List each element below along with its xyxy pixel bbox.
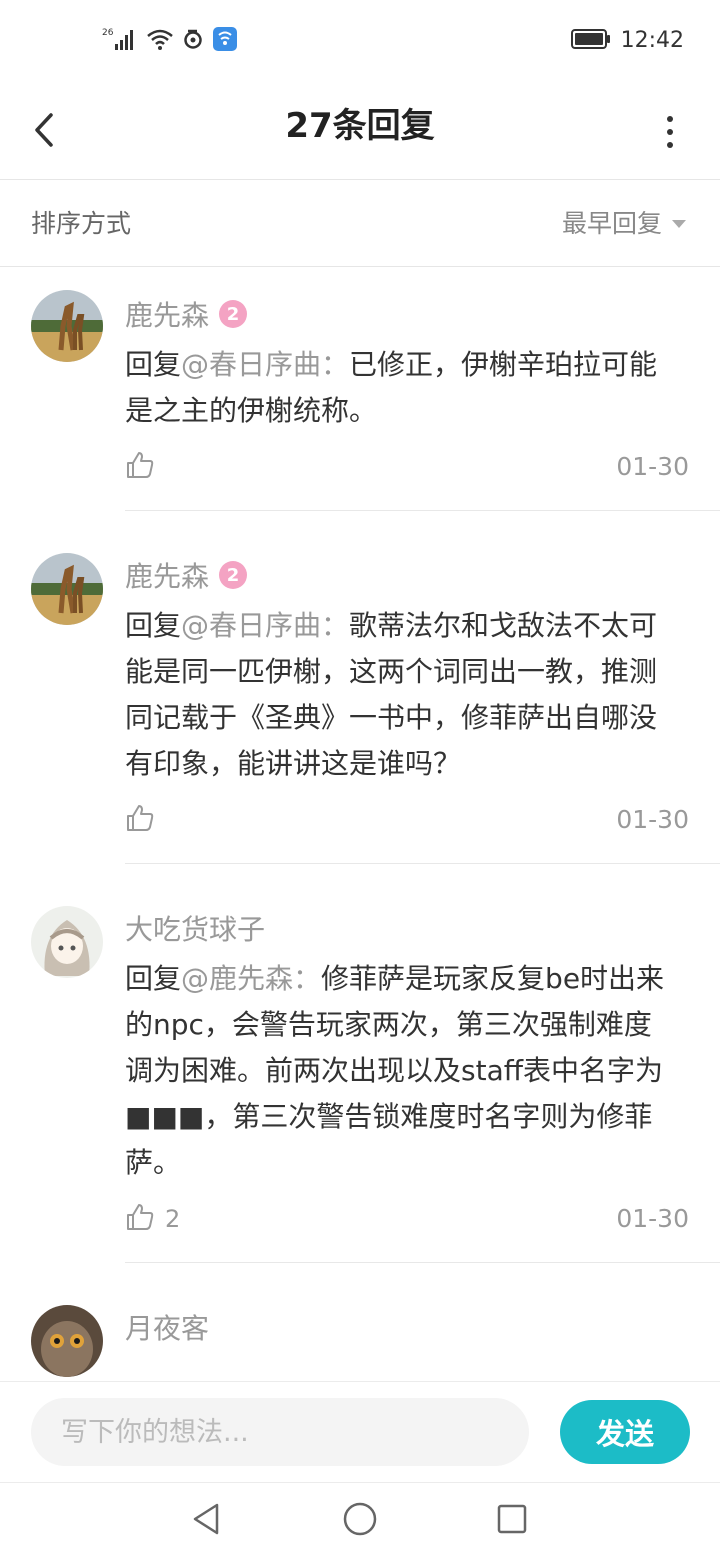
comment-text: 回复@鹿先森：修菲萨是玩家反复be时出来的npc，会警告玩家两次，第三次强制难度… (125, 956, 720, 1186)
network-type-label: 26 (102, 28, 114, 38)
avatar-owl[interactable] (31, 1305, 103, 1377)
wifi-icon (146, 27, 174, 55)
reply-prefix: 回复 (125, 609, 182, 642)
more-vertical-icon-dot (667, 129, 673, 135)
comment-text: 回复@春日序曲：已修正，伊榭辛珀拉可能是之主的伊榭统称。 (125, 342, 720, 434)
sort-dropdown[interactable]: 最早回复 (562, 205, 686, 243)
comment-footer: 01-30 (125, 799, 720, 843)
avatar-giraffe[interactable] (31, 290, 103, 362)
send-button[interactable]: 发送 (560, 1400, 690, 1464)
reply-prefix: 回复 (125, 348, 182, 381)
comment-item: 鹿先森 2 回复@春日序曲：已修正，伊榭辛珀拉可能是之主的伊榭统称。 01-30 (0, 268, 720, 511)
thumbs-up-icon (125, 803, 155, 837)
mention-separator: ： (293, 962, 322, 995)
reply-page: 26 12:42 27条回复 排序方式 最早回复 鹿先森 2 回复@春日序曲：已… (0, 0, 720, 1560)
comment-header: 鹿先森 2 (125, 292, 720, 336)
comment-input-bar: 发送 (0, 1381, 720, 1481)
reply-prefix: 回复 (125, 962, 182, 995)
triangle-back-icon (190, 1502, 222, 1540)
comment-item: 鹿先森 2 回复@春日序曲：歌蒂法尔和戈敌法不太可能是同一匹伊榭，这两个词同出一… (0, 511, 720, 864)
like-count: 2 (165, 1205, 181, 1233)
avatar-anime-girl[interactable] (31, 906, 103, 978)
avatar-giraffe[interactable] (31, 553, 103, 625)
comment-footer: 01-30 (125, 446, 720, 490)
circle-home-icon (342, 1501, 378, 1541)
thumbs-up-icon (125, 1202, 155, 1236)
comment-date: 01-30 (616, 805, 689, 834)
nav-home-button[interactable] (342, 1501, 378, 1541)
signal-icon: 26 (102, 26, 138, 56)
status-bar: 26 12:42 (0, 0, 720, 84)
status-icons-left: 26 (102, 26, 238, 56)
more-options-button[interactable] (660, 108, 680, 156)
comment-item: 月夜客 (0, 1263, 720, 1377)
nav-recents-button[interactable] (494, 1503, 530, 1539)
mention-separator: ： (321, 609, 350, 642)
system-nav-bar (0, 1482, 720, 1560)
sort-bar: 排序方式 最早回复 (0, 181, 720, 267)
mention-link[interactable]: @鹿先森 (181, 962, 293, 995)
like-button[interactable] (125, 803, 165, 837)
username[interactable]: 大吃货球子 (125, 908, 265, 948)
app-notification-icon (212, 26, 238, 56)
thumbs-up-icon (125, 450, 155, 484)
comment-date: 01-30 (616, 452, 689, 481)
chevron-down-icon (672, 220, 686, 228)
sort-label: 排序方式 (31, 209, 132, 238)
square-recents-icon (496, 1503, 528, 1539)
mention-link[interactable]: @春日序曲 (181, 348, 321, 381)
level-badge: 2 (219, 561, 248, 589)
battery-icon (570, 28, 611, 53)
page-title: 27条回复 (285, 106, 435, 146)
top-nav-bar: 27条回复 (0, 84, 720, 180)
comment-list[interactable]: 鹿先森 2 回复@春日序曲：已修正，伊榭辛珀拉可能是之主的伊榭统称。 01-30 (0, 268, 720, 1380)
sync-icon (182, 28, 204, 54)
username[interactable]: 月夜客 (125, 1307, 209, 1347)
comment-date: 01-30 (616, 1204, 689, 1233)
nav-back-button[interactable] (188, 1503, 224, 1539)
sort-value: 最早回复 (561, 209, 662, 238)
username[interactable]: 鹿先森 (125, 555, 209, 595)
comment-header: 大吃货球子 (125, 906, 720, 950)
comment-footer: 2 01-30 (125, 1198, 720, 1242)
comment-item: 大吃货球子 回复@鹿先森：修菲萨是玩家反复be时出来的npc，会警告玩家两次，第… (0, 864, 720, 1263)
mention-link[interactable]: @春日序曲 (181, 609, 321, 642)
comment-input[interactable] (31, 1398, 529, 1466)
clock: 12:42 (620, 28, 684, 53)
comment-header: 鹿先森 2 (125, 553, 720, 597)
mention-separator: ： (321, 348, 350, 381)
more-vertical-icon-dot (667, 142, 673, 148)
more-vertical-icon-dot (667, 116, 673, 122)
username[interactable]: 鹿先森 (125, 294, 209, 334)
comment-text: 回复@春日序曲：歌蒂法尔和戈敌法不太可能是同一匹伊榭，这两个词同出一教，推测同记… (125, 603, 720, 787)
comment-header: 月夜客 (125, 1305, 720, 1349)
like-button[interactable] (125, 450, 165, 484)
like-button[interactable]: 2 (125, 1202, 180, 1236)
status-icons-right: 12:42 (570, 28, 684, 53)
level-badge: 2 (219, 300, 248, 328)
